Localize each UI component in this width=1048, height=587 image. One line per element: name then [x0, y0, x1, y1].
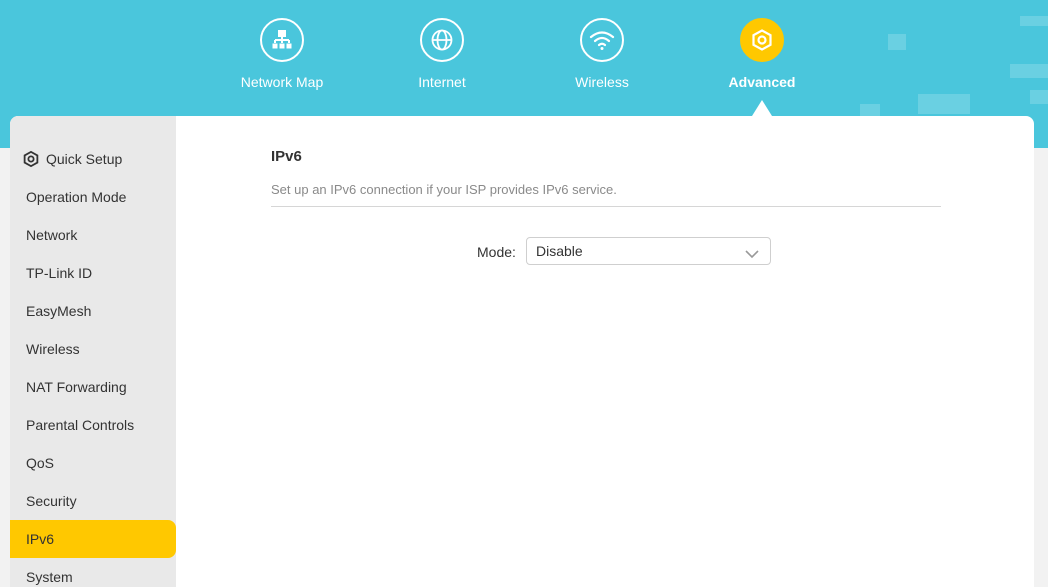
nav-internet[interactable]: Internet: [382, 18, 502, 98]
sidebar: Quick Setup Operation Mode Network TP-Li…: [10, 116, 176, 587]
section-description: Set up an IPv6 connection if your ISP pr…: [271, 182, 617, 197]
sidebar-item-label: QoS: [26, 455, 55, 471]
sidebar-item-nat-forwarding[interactable]: NAT Forwarding: [10, 368, 176, 406]
content-area: IPv6 Set up an IPv6 connection if your I…: [176, 116, 1034, 587]
gear-icon: [740, 18, 784, 62]
sidebar-item-label: IPv6: [26, 531, 55, 547]
sidebar-item-quick-setup[interactable]: Quick Setup: [10, 140, 176, 178]
sidebar-item-label: TP-Link ID: [26, 265, 93, 281]
sidebar-item-system[interactable]: System: [10, 558, 176, 587]
divider: [271, 206, 941, 207]
sidebar-item-label: Operation Mode: [26, 189, 127, 205]
sidebar-item-label: System: [26, 569, 73, 585]
wifi-icon: [580, 18, 624, 62]
top-nav: Network Map Internet Wireless Advanced: [0, 0, 1048, 120]
gear-icon: [22, 150, 40, 168]
main-panel: Quick Setup Operation Mode Network TP-Li…: [10, 116, 1034, 587]
globe-icon: [420, 18, 464, 62]
network-map-icon: [260, 18, 304, 62]
sidebar-item-ipv6[interactable]: IPv6: [10, 520, 176, 558]
sidebar-item-label: Network: [26, 227, 78, 243]
sidebar-item-qos[interactable]: QoS: [10, 444, 176, 482]
nav-label: Advanced: [728, 74, 796, 90]
sidebar-item-parental-controls[interactable]: Parental Controls: [10, 406, 176, 444]
sidebar-item-label: NAT Forwarding: [26, 379, 127, 395]
sidebar-item-label: Wireless: [26, 341, 80, 357]
sidebar-item-label: EasyMesh: [26, 303, 92, 319]
sidebar-item-operation-mode[interactable]: Operation Mode: [10, 178, 176, 216]
sidebar-item-label: Parental Controls: [26, 417, 135, 433]
sidebar-item-label: Quick Setup: [46, 151, 123, 167]
mode-select-value: Disable: [536, 243, 583, 259]
active-nav-pointer: [752, 100, 772, 116]
chevron-down-icon: [744, 246, 760, 262]
nav-wireless[interactable]: Wireless: [542, 18, 662, 98]
sidebar-item-tp-link-id[interactable]: TP-Link ID: [10, 254, 176, 292]
nav-label: Internet: [418, 74, 466, 90]
nav-label: Network Map: [240, 74, 324, 90]
mode-label: Mode:: [477, 244, 516, 260]
nav-network-map[interactable]: Network Map: [222, 18, 342, 98]
sidebar-item-easymesh[interactable]: EasyMesh: [10, 292, 176, 330]
nav-label: Wireless: [575, 74, 629, 90]
sidebar-item-wireless[interactable]: Wireless: [10, 330, 176, 368]
sidebar-item-security[interactable]: Security: [10, 482, 176, 520]
mode-select[interactable]: Disable: [526, 237, 771, 265]
sidebar-item-label: Security: [26, 493, 77, 509]
section-title: IPv6: [271, 148, 302, 165]
nav-advanced[interactable]: Advanced: [702, 18, 822, 98]
sidebar-item-network[interactable]: Network: [10, 216, 176, 254]
